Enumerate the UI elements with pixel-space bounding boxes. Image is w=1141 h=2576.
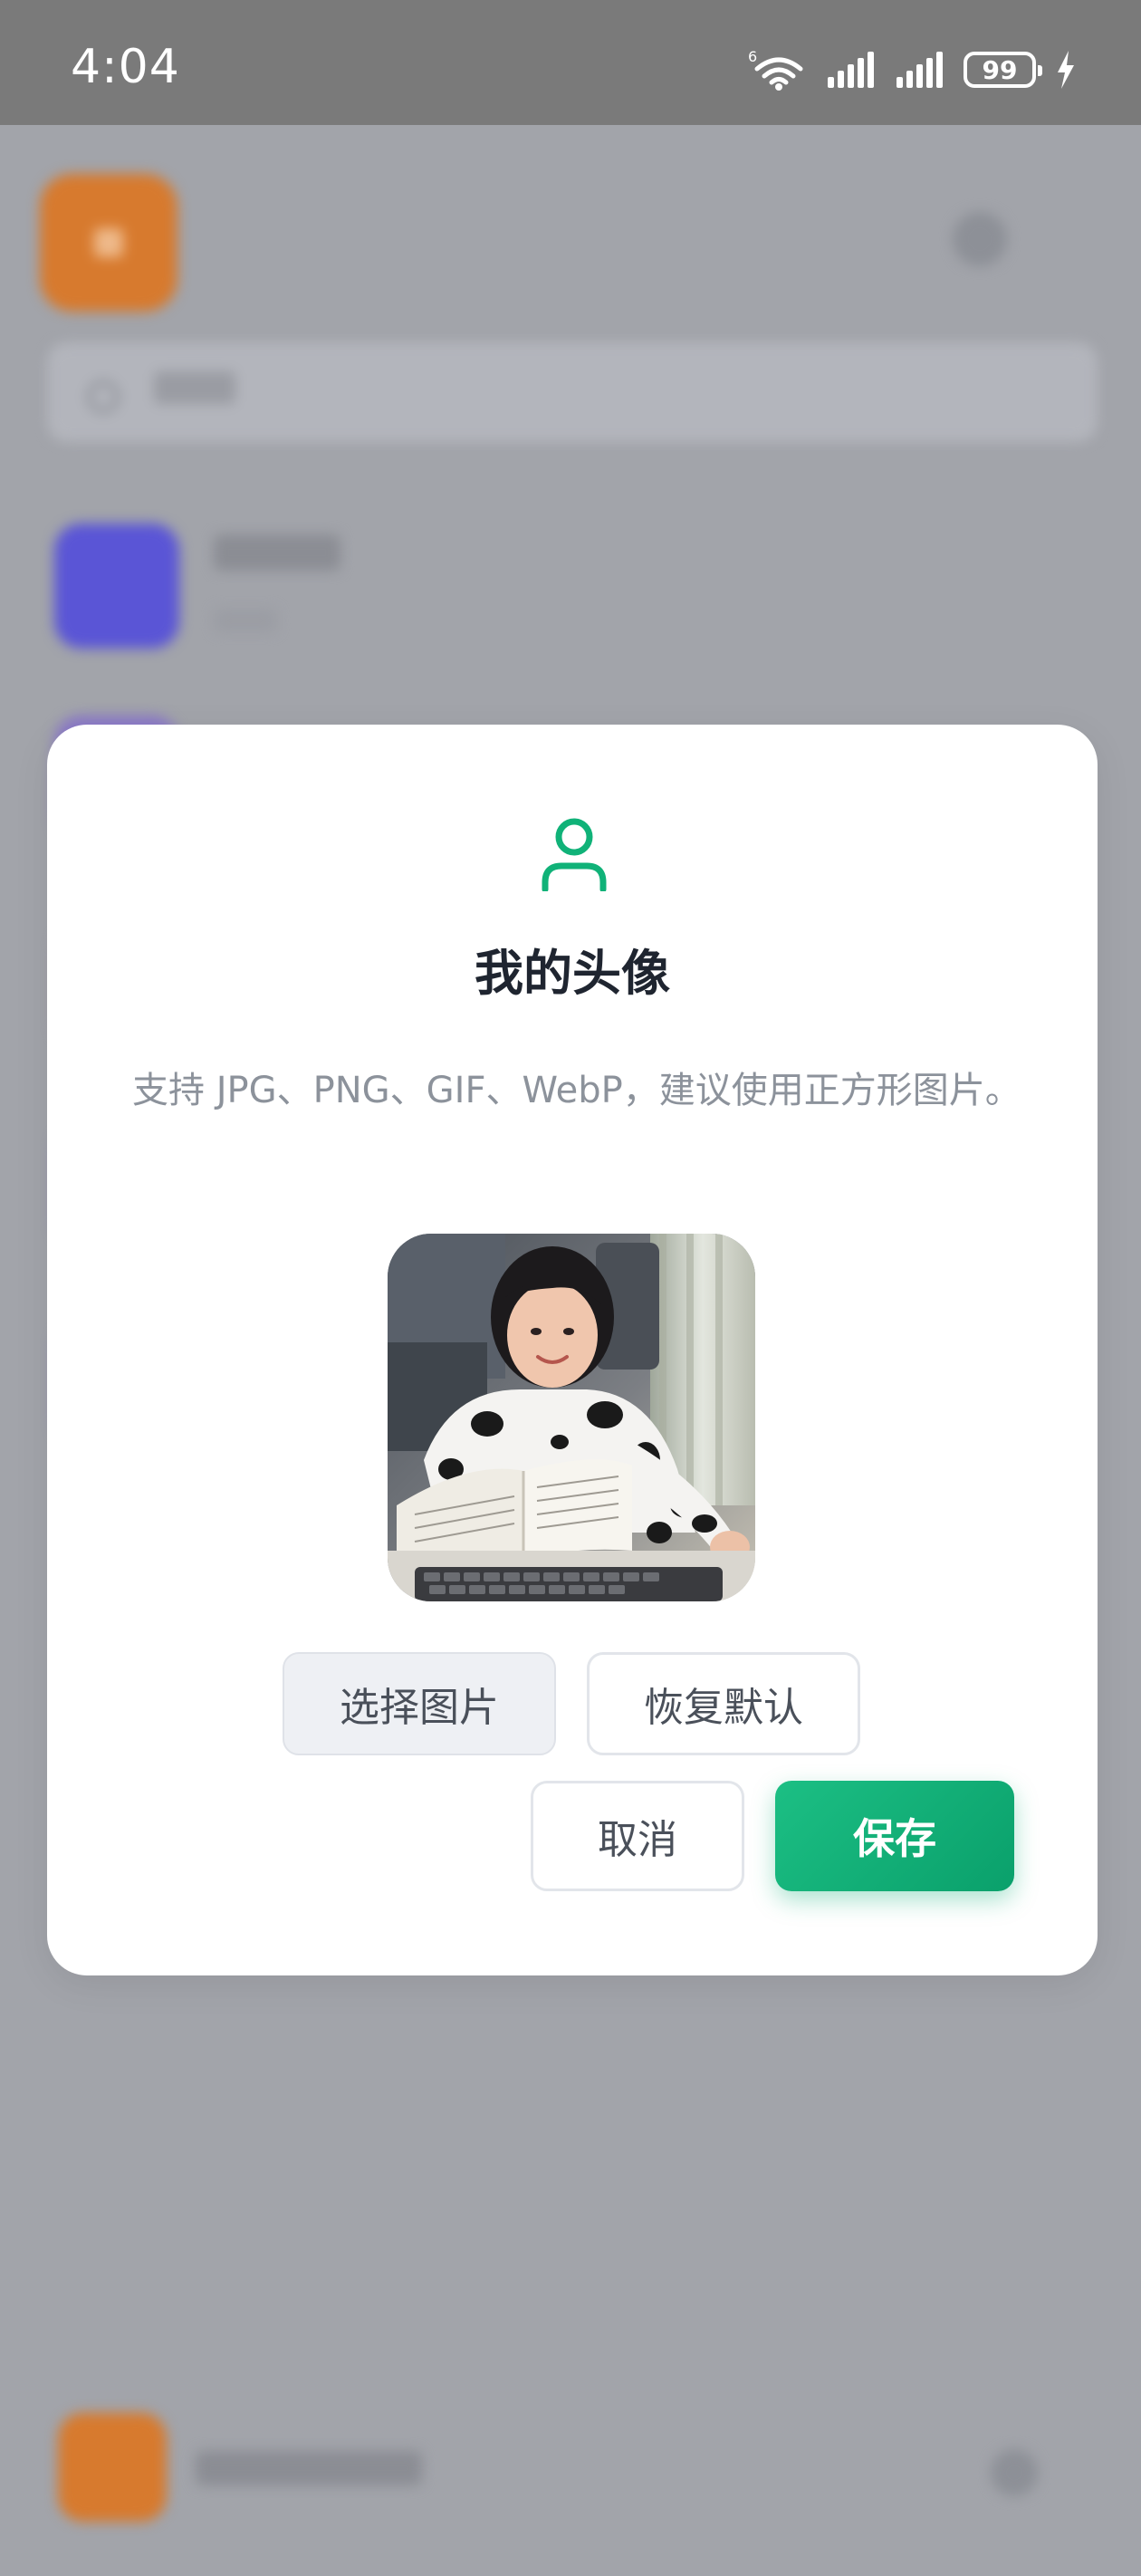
- wifi-icon: 6: [748, 49, 803, 91]
- status-time: 4:04: [71, 40, 180, 94]
- dialog-title: 我的头像: [475, 945, 670, 1002]
- network-type-label: 6: [748, 49, 757, 65]
- search-icon: [87, 380, 120, 413]
- avatar-dialog: 我的头像 支持 JPG、PNG、GIF、WebP，建议使用正方形图片。 选择图片…: [47, 725, 1098, 1975]
- dialog-description: 支持 JPG、PNG、GIF、WebP，建议使用正方形图片。: [132, 1070, 1021, 1111]
- status-icons: 6 99: [748, 47, 1076, 92]
- cancel-button[interactable]: 取消: [531, 1781, 744, 1891]
- battery-level: 99: [982, 54, 1018, 85]
- restore-default-button[interactable]: 恢复默认: [587, 1652, 860, 1755]
- search-bar: [47, 342, 1098, 442]
- list-item-icon: [54, 524, 179, 649]
- user-icon: [542, 818, 607, 891]
- save-button[interactable]: 保存: [775, 1781, 1014, 1891]
- choose-image-button[interactable]: 选择图片: [283, 1652, 556, 1755]
- charging-icon: [1058, 51, 1074, 89]
- battery-icon: 99: [964, 52, 1042, 88]
- settings-icon: [953, 212, 1007, 266]
- signal-icon: [828, 52, 874, 88]
- list-item-subtitle: [214, 609, 277, 632]
- signal-icon-2: [896, 52, 943, 88]
- avatar-preview-image: [388, 1234, 755, 1601]
- status-bar: 4:04 6 99: [0, 0, 1141, 125]
- list-item-title: [214, 534, 340, 571]
- search-placeholder: [154, 371, 235, 404]
- app-logo: [40, 174, 177, 312]
- footer-username: [196, 2451, 422, 2485]
- avatar-photo: [388, 1234, 755, 1601]
- footer-settings-icon: [991, 2449, 1038, 2496]
- footer-avatar: [58, 2413, 167, 2522]
